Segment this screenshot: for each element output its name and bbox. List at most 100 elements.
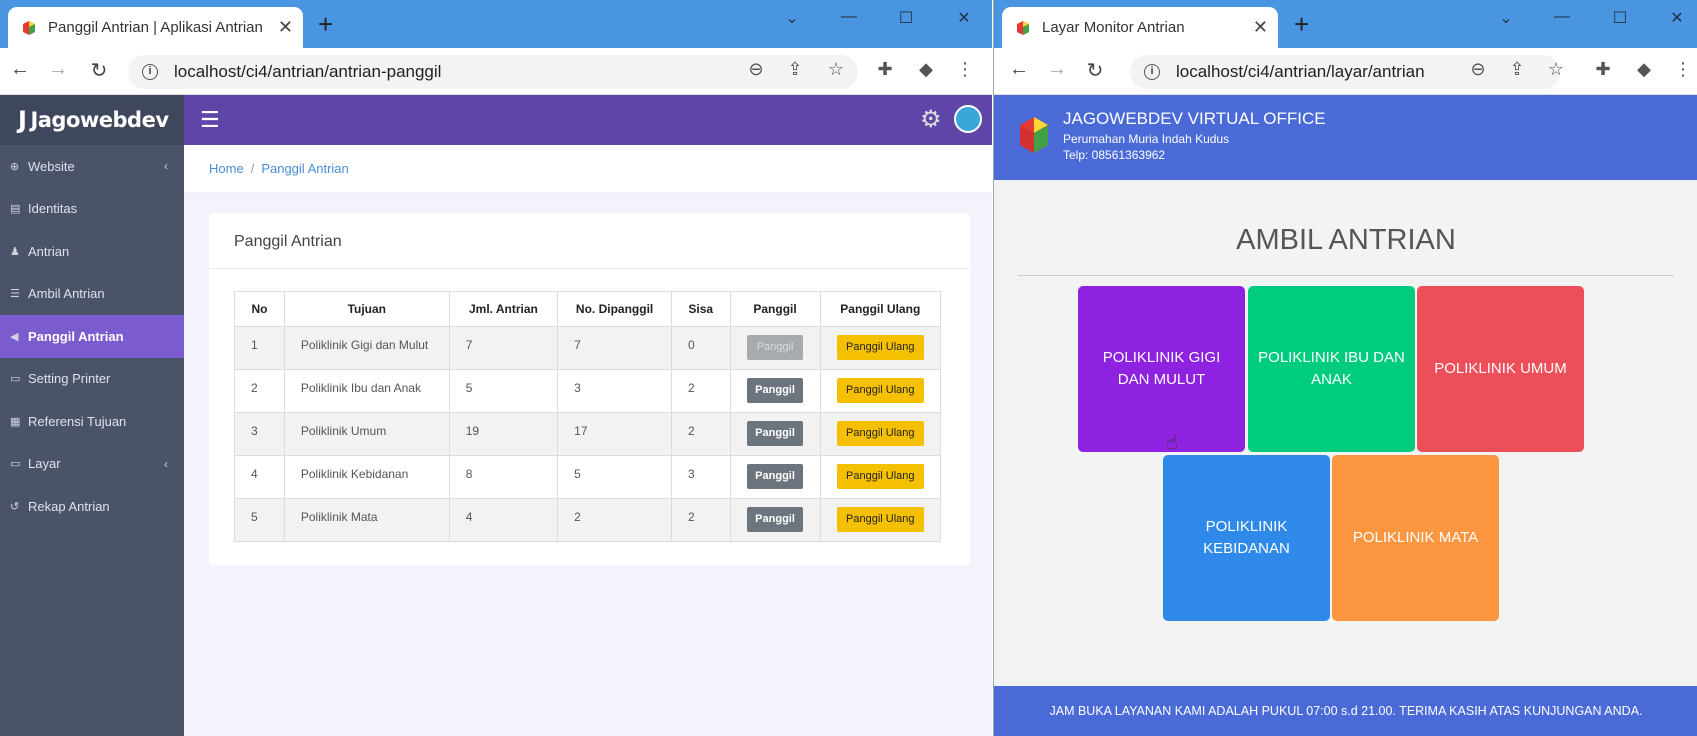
panggil-button[interactable]: Panggil	[747, 464, 804, 489]
column-header: Tujuan	[283, 291, 450, 327]
url-field[interactable]: i localhost/ci4/antrian/layar/antrian	[1130, 55, 1560, 89]
users-icon: ♟	[10, 245, 20, 258]
column-header: Jml. Antrian	[448, 291, 559, 327]
column-header: Panggil Ulang	[819, 291, 942, 327]
breadcrumb-separator: /	[250, 161, 255, 176]
tab-search-icon[interactable]: ⌄	[772, 8, 812, 28]
panggil-button[interactable]: Panggil	[747, 507, 804, 532]
history-icon: ↺	[10, 500, 20, 513]
panggil-button[interactable]: Panggil	[747, 378, 804, 403]
extensions-icon[interactable]: ✚	[1589, 59, 1617, 80]
share-icon[interactable]: ⇪	[781, 59, 809, 80]
new-tab-icon[interactable]: +	[318, 11, 333, 37]
sidebar-item-rekap-antrian[interactable]: ↺ Rekap Antrian	[0, 485, 184, 528]
queue-table: No Tujuan Jml. Antrian No. Dipanggil Sisa Pan…	[234, 291, 942, 542]
table-row: 2 Poliklinik Ibu dan Anak 5 3 2 Panggil Panggi…	[234, 369, 942, 413]
sidebar-item-panggil-antrian[interactable]: ◀ Panggil Antrian	[0, 315, 184, 358]
sidebar-item-label: Setting Printer	[28, 371, 111, 387]
minimize-icon[interactable]: —	[1542, 8, 1582, 26]
forward-icon[interactable]: →	[1043, 58, 1071, 81]
avatar[interactable]	[954, 105, 982, 133]
cell-no-dipanggil: 17	[557, 412, 672, 456]
list-icon: ☰	[10, 288, 20, 301]
reload-icon[interactable]: ↻	[85, 58, 113, 83]
bookmark-star-icon[interactable]: ☆	[822, 59, 850, 80]
site-info-icon[interactable]: i	[142, 64, 158, 80]
share-icon[interactable]: ⇪	[1503, 59, 1531, 80]
sidebar-item-layar[interactable]: ▭ Layar ‹	[0, 443, 184, 486]
sidebar-item-setting-printer[interactable]: ▭ Setting Printer	[0, 358, 184, 401]
cell-jml-antrian: 4	[448, 498, 559, 542]
maximize-icon[interactable]: ☐	[1600, 8, 1640, 28]
browser-tab[interactable]: Panggil Antrian | Aplikasi Antrian ✕	[8, 7, 303, 48]
forward-icon[interactable]: →	[44, 58, 72, 81]
cell-no-dipanggil: 2	[557, 498, 672, 542]
browser-window-left: Panggil Antrian | Aplikasi Antrian ✕ + ⌄…	[0, 0, 992, 736]
maximize-icon[interactable]: ☐	[886, 8, 926, 28]
tab-bar: Layar Monitor Antrian ✕ + ⌄ — ☐ ✕	[994, 0, 1697, 48]
table-header-row: No Tujuan Jml. Antrian No. Dipanggil Sisa Pan…	[234, 291, 942, 327]
cell-panggil: Panggil	[729, 498, 821, 542]
close-window-icon[interactable]: ✕	[944, 8, 984, 28]
brand-logo[interactable]: J Jagowebdev	[0, 95, 184, 145]
cell-jml-antrian: 8	[448, 455, 559, 499]
sidebar-item-antrian[interactable]: ♟ Antrian	[0, 230, 184, 273]
top-navbar: ☰ ⚙	[184, 95, 992, 145]
panggil-ulang-button[interactable]: Panggil Ulang	[836, 507, 924, 532]
new-tab-icon[interactable]: +	[1294, 11, 1309, 37]
cell-no: 5	[234, 498, 285, 542]
browser-menu-icon[interactable]: ⋮	[1669, 59, 1697, 80]
mouse-cursor-icon: ☝	[1166, 432, 1179, 454]
cell-panggil-ulang: Panggil Ulang	[819, 498, 942, 542]
extension-app-icon[interactable]: ◆	[1630, 59, 1658, 80]
browser-window-right: Layar Monitor Antrian ✕ + ⌄ — ☐ ✕ ← → ↻ …	[993, 0, 1697, 736]
browser-menu-icon[interactable]: ⋮	[951, 59, 979, 80]
bookmark-star-icon[interactable]: ☆	[1542, 59, 1570, 80]
panggil-ulang-button[interactable]: Panggil Ulang	[836, 464, 924, 489]
cell-sisa: 2	[671, 412, 731, 456]
sidebar-item-ambil-antrian[interactable]: ☰ Ambil Antrian	[0, 273, 184, 316]
poliklinik-button-4[interactable]: POLIKLINIK KEBIDANAN	[1163, 455, 1330, 621]
extensions-icon[interactable]: ✚	[871, 59, 899, 80]
menu-toggle-icon[interactable]: ☰	[200, 107, 220, 133]
site-info-icon[interactable]: i	[1144, 64, 1160, 80]
url-text: localhost/ci4/antrian/layar/antrian	[1176, 62, 1425, 81]
close-tab-icon[interactable]: ✕	[270, 17, 293, 38]
cell-tujuan: Poliklinik Mata	[283, 498, 450, 542]
cell-jml-antrian: 19	[448, 412, 559, 456]
zoom-icon[interactable]: ⊖	[1464, 59, 1492, 80]
minimize-icon[interactable]: —	[829, 8, 869, 26]
cell-panggil-ulang: Panggil Ulang	[819, 455, 942, 499]
sidebar-item-referensi-tujuan[interactable]: ▦ Referensi Tujuan	[0, 400, 184, 443]
poliklinik-button-1[interactable]: POLIKLINIK GIGI DAN MULUT	[1078, 286, 1245, 452]
panggil-ulang-button[interactable]: Panggil Ulang	[836, 378, 924, 403]
close-tab-icon[interactable]: ✕	[1245, 17, 1268, 38]
gear-icon[interactable]: ⚙	[920, 105, 942, 134]
browser-tab[interactable]: Layar Monitor Antrian ✕	[1002, 7, 1278, 48]
monitor-icon: ▭	[10, 458, 21, 471]
app-favicon-icon	[1017, 20, 1029, 35]
back-icon[interactable]: ←	[1005, 58, 1033, 81]
sidebar-item-website[interactable]: ⊕ Website ‹	[0, 145, 184, 188]
reload-icon[interactable]: ↻	[1081, 58, 1109, 83]
main-content: Home / Panggil Antrian Panggil Antrian N…	[184, 145, 992, 736]
zoom-icon[interactable]: ⊖	[742, 59, 770, 80]
poliklinik-button-2[interactable]: POLIKLINIK IBU DAN ANAK	[1248, 286, 1415, 452]
clipboard-icon: ▤	[10, 203, 21, 216]
panggil-ulang-button[interactable]: Panggil Ulang	[836, 335, 924, 360]
extension-app-icon[interactable]: ◆	[912, 59, 940, 80]
cell-no: 2	[234, 369, 285, 413]
monitor-footer: JAM BUKA LAYANAN KAMI ADALAH PUKUL 07:00…	[994, 686, 1697, 736]
breadcrumb-home[interactable]: Home	[209, 161, 244, 176]
back-icon[interactable]: ←	[6, 58, 34, 81]
sidebar-item-identitas[interactable]: ▤ Identitas	[0, 188, 184, 231]
cell-sisa: 2	[671, 369, 731, 413]
poliklinik-button-3[interactable]: POLIKLINIK UMUM	[1417, 286, 1584, 452]
poliklinik-button-5[interactable]: POLIKLINIK MATA	[1332, 455, 1499, 621]
tab-search-icon[interactable]: ⌄	[1486, 8, 1526, 28]
panggil-ulang-button[interactable]: Panggil Ulang	[836, 421, 924, 446]
monitor-header: JAGOWEBDEV VIRTUAL OFFICE Perumahan Muri…	[994, 95, 1697, 180]
close-window-icon[interactable]: ✕	[1657, 8, 1697, 28]
panggil-button[interactable]: Panggil	[747, 421, 804, 446]
table-row: 1 Poliklinik Gigi dan Mulut 7 7 0 Panggil Pang…	[234, 326, 942, 370]
